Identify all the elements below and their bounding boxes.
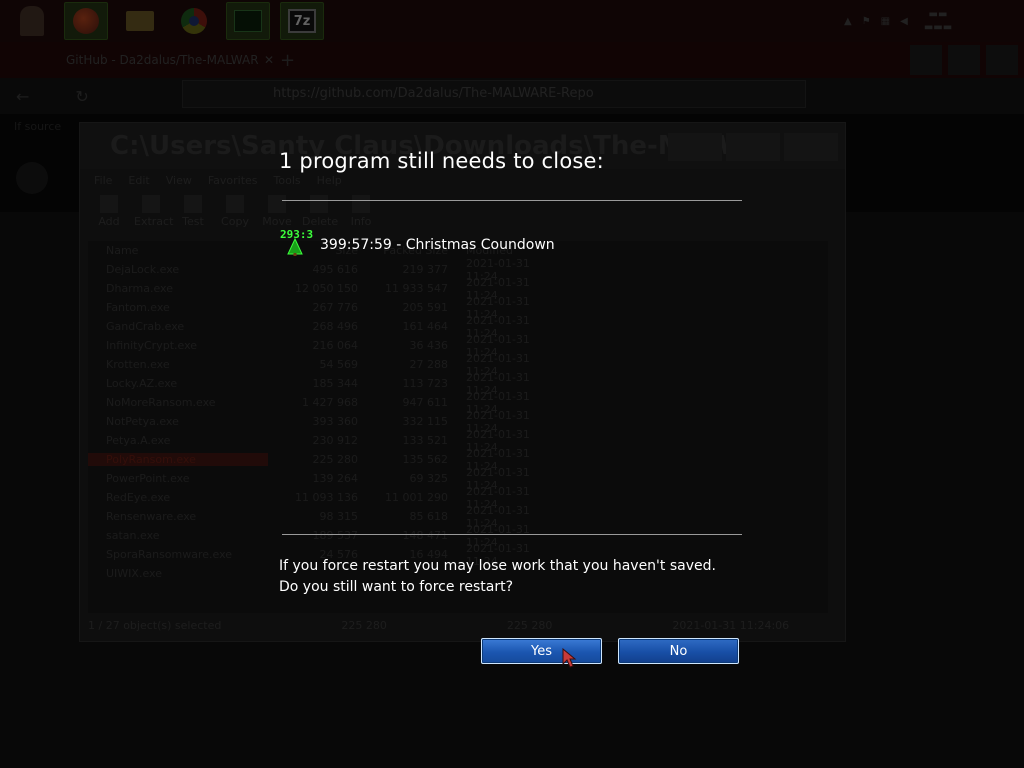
- warning-line-1: If you force restart you may lose work t…: [279, 558, 716, 574]
- desktop: 7z ▲ ⚑ ▦ ◀ ▬▬ ▬▬▬ GitHub - Da2dalus/The-M…: [0, 0, 1024, 768]
- top-divider: [282, 200, 742, 201]
- mouse-pointer-icon: [562, 648, 577, 668]
- program-name: 399:57:59 - Christmas Coundown: [320, 237, 555, 253]
- force-restart-overlay: 1 program still needs to close: 293:3 39…: [0, 0, 1024, 768]
- no-button[interactable]: No: [618, 638, 739, 664]
- warning-line-2: Do you still want to force restart?: [279, 579, 514, 595]
- warning-message: If you force restart you may lose work t…: [279, 556, 716, 598]
- dialog-title: 1 program still needs to close:: [279, 149, 604, 173]
- blocking-program-item: 293:3 399:57:59 - Christmas Coundown: [278, 228, 555, 262]
- christmas-tree-icon: 293:3: [278, 228, 316, 262]
- yes-button[interactable]: Yes: [481, 638, 602, 664]
- bottom-divider: [282, 534, 742, 535]
